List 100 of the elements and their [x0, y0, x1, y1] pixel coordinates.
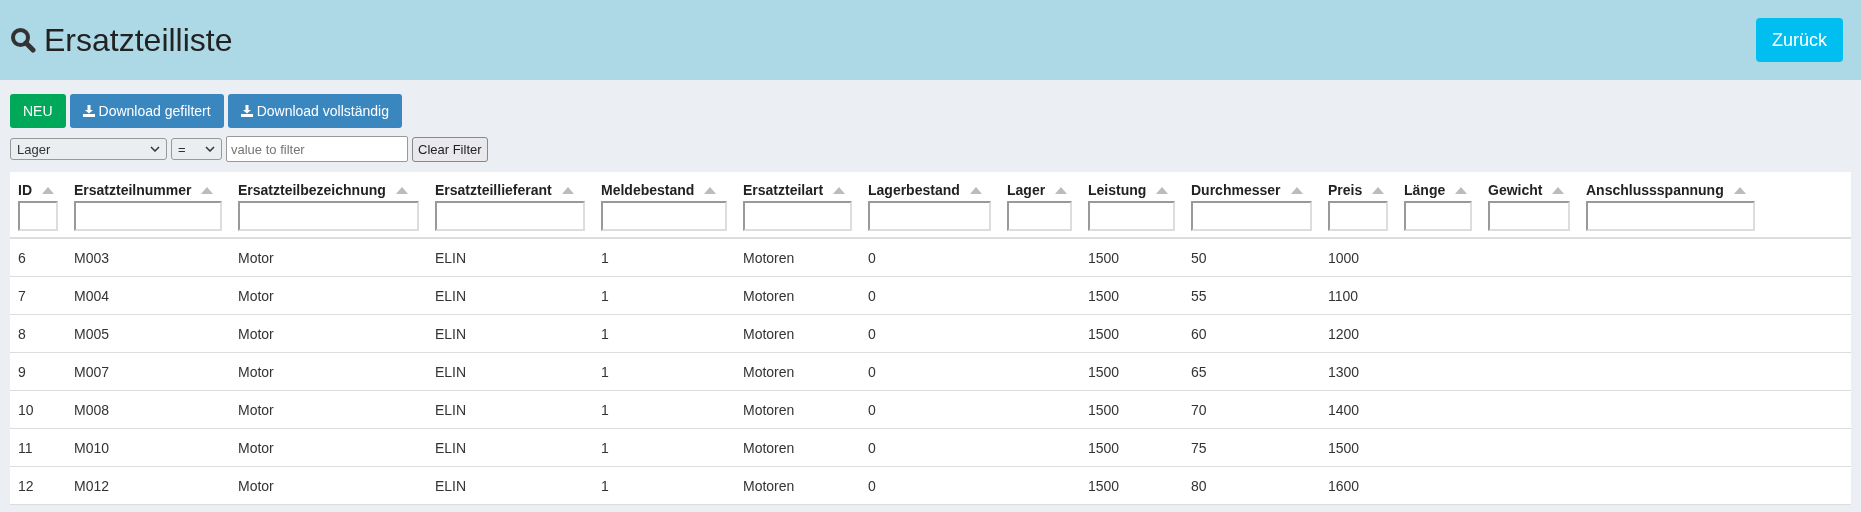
- table-cell: 1500: [1088, 249, 1120, 266]
- table-cell: Motoren: [743, 249, 795, 266]
- table-cell: 65: [1191, 363, 1207, 380]
- column-filter-input[interactable]: [868, 201, 991, 231]
- column-filter-input[interactable]: [1586, 201, 1755, 231]
- table-cell: 1: [601, 477, 609, 494]
- column-filter-input[interactable]: [238, 201, 419, 231]
- download-icon: [240, 105, 253, 117]
- column-filter-input[interactable]: [1488, 201, 1570, 231]
- sort-icon[interactable]: [1055, 186, 1068, 194]
- table-cell: 1600: [1328, 477, 1360, 494]
- field-select[interactable]: Lager: [10, 138, 167, 160]
- download-icon: [82, 105, 95, 117]
- search-icon: [10, 27, 36, 53]
- table-cell: 0: [868, 439, 876, 456]
- column-filter-input[interactable]: [435, 201, 585, 231]
- sort-icon[interactable]: [704, 186, 717, 194]
- sort-icon[interactable]: [1733, 186, 1746, 194]
- table-cell: 0: [868, 363, 876, 380]
- table-cell: 70: [1191, 401, 1207, 418]
- table-cell: Motoren: [743, 439, 795, 456]
- sort-icon[interactable]: [833, 186, 846, 194]
- table-cell: Motoren: [743, 287, 795, 304]
- sort-icon[interactable]: [1455, 186, 1468, 194]
- sort-icon[interactable]: [969, 186, 982, 194]
- table-cell: 1500: [1088, 439, 1120, 456]
- table-cell: 1100: [1328, 287, 1359, 304]
- sort-icon[interactable]: [561, 186, 574, 194]
- table-cell: Motor: [238, 249, 274, 266]
- table-cell: 11: [18, 439, 33, 456]
- table-cell: M004: [74, 287, 110, 304]
- sort-icon[interactable]: [1552, 186, 1565, 194]
- table-cell: Motoren: [743, 477, 795, 494]
- column-header[interactable]: Ersatzteilart: [743, 182, 824, 198]
- operator-select[interactable]: =: [171, 138, 222, 160]
- clear-filter-button[interactable]: Clear Filter: [412, 136, 488, 162]
- table-cell: M012: [74, 477, 110, 494]
- column-filter-input[interactable]: [18, 201, 58, 231]
- column-filter-input[interactable]: [1191, 201, 1312, 231]
- column-header[interactable]: Ersatzteilnummer: [74, 182, 192, 198]
- table-cell: Motoren: [743, 363, 795, 380]
- page-title: Ersatzteilliste: [44, 21, 233, 59]
- sort-icon[interactable]: [1290, 186, 1303, 194]
- table-cell: 1: [601, 249, 609, 266]
- column-header[interactable]: Leistung: [1088, 182, 1147, 198]
- table-cell: 1500: [1088, 477, 1120, 494]
- column-header[interactable]: Ersatzteillieferant: [435, 182, 552, 198]
- column-filter-input[interactable]: [743, 201, 852, 231]
- column-filter-input[interactable]: [1007, 201, 1072, 231]
- table-cell: 1: [601, 401, 609, 418]
- table-cell: 0: [868, 287, 876, 304]
- table-cell: 9: [18, 363, 26, 380]
- table-cell: M008: [74, 401, 110, 418]
- download-button[interactable]: Download vollständig: [227, 94, 402, 128]
- column-header[interactable]: Preis: [1328, 182, 1363, 198]
- table-cell: 50: [1191, 249, 1207, 266]
- table-cell: 1: [601, 325, 609, 342]
- table-cell: ELIN: [435, 401, 467, 418]
- sort-icon[interactable]: [201, 186, 214, 194]
- table-cell: M010: [74, 439, 110, 456]
- column-filter-input[interactable]: [74, 201, 222, 231]
- table-cell: 1500: [1088, 325, 1120, 342]
- column-header[interactable]: Lager: [1007, 182, 1046, 198]
- sort-icon[interactable]: [42, 186, 54, 194]
- table-cell: 80: [1191, 477, 1207, 494]
- column-filter-input[interactable]: [1404, 201, 1472, 231]
- column-header[interactable]: Ersatzteilbezeichnung: [238, 182, 386, 198]
- column-filter-input[interactable]: [1328, 201, 1388, 231]
- table-cell: ELIN: [435, 287, 467, 304]
- download-button[interactable]: Download gefiltert: [69, 94, 224, 128]
- sort-icon[interactable]: [1156, 186, 1169, 194]
- table-cell: 0: [868, 325, 876, 342]
- table-cell: ELIN: [435, 249, 467, 266]
- column-header[interactable]: Länge: [1404, 182, 1446, 198]
- column-header[interactable]: Lagerbestand: [868, 182, 960, 198]
- chevron-icon: [150, 146, 160, 152]
- column-header[interactable]: Durchmesser: [1191, 182, 1281, 198]
- table-cell: 0: [868, 401, 876, 418]
- column-header[interactable]: Gewicht: [1488, 182, 1543, 198]
- table-cell: M007: [74, 363, 110, 380]
- table-cell: ELIN: [435, 477, 467, 494]
- table-cell: 1: [601, 439, 609, 456]
- table-cell: Motoren: [743, 325, 795, 342]
- table-cell: Motoren: [743, 401, 795, 418]
- table-cell: Motor: [238, 287, 274, 304]
- table-cell: 1200: [1328, 325, 1360, 342]
- column-filter-input[interactable]: [601, 201, 727, 231]
- column-filter-input[interactable]: [1088, 201, 1175, 231]
- table-cell: ELIN: [435, 325, 467, 342]
- sort-icon[interactable]: [395, 186, 408, 194]
- column-header[interactable]: Meldebestand: [601, 182, 695, 198]
- sort-icon[interactable]: [1372, 186, 1385, 194]
- table-cell: Motor: [238, 401, 274, 418]
- column-header[interactable]: ID: [18, 182, 32, 198]
- filter-input[interactable]: value to filter: [226, 136, 408, 162]
- table-cell: ELIN: [435, 363, 467, 380]
- table-cell: 60: [1191, 325, 1207, 342]
- column-header[interactable]: Anschlussspannung: [1586, 182, 1724, 198]
- table-cell: 1500: [1088, 363, 1120, 380]
- table-cell: Motor: [238, 325, 274, 342]
